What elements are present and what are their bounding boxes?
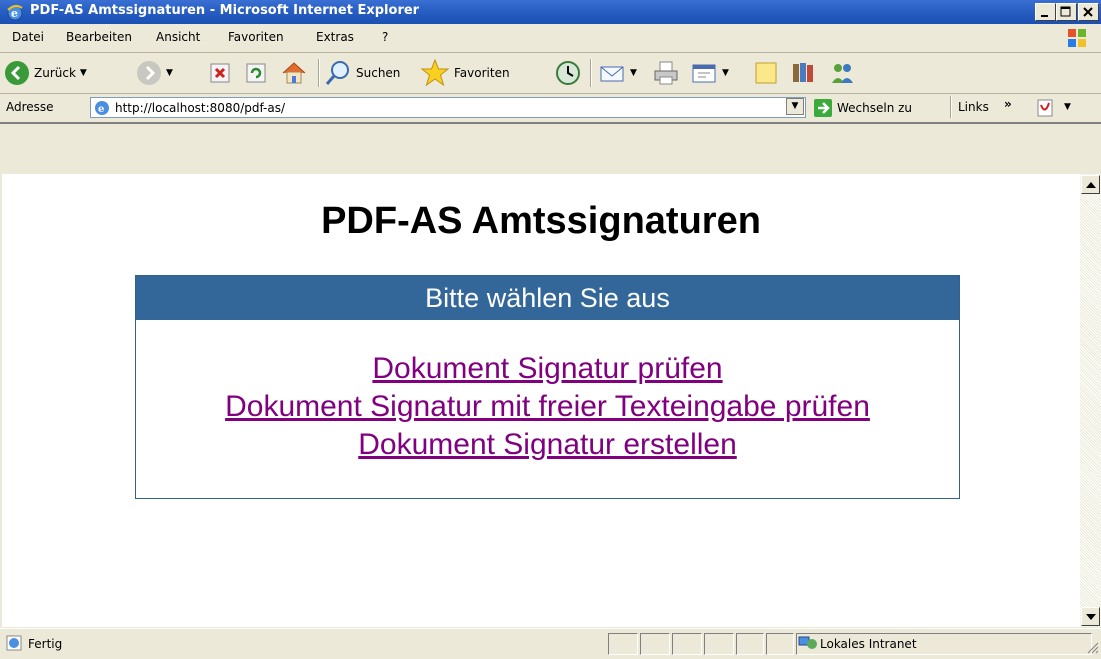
refresh-button[interactable] [244, 57, 268, 89]
favorites-button[interactable]: Favoriten [420, 57, 510, 89]
menu-extras[interactable]: Extras [316, 30, 354, 44]
edit-button[interactable]: ▼ [690, 57, 729, 89]
menu-bearbeiten[interactable]: Bearbeiten [66, 30, 132, 44]
minimize-icon [1041, 15, 1048, 17]
status-bar: Fertig Lokales Intranet [0, 628, 1101, 659]
page-title: PDF-AS Amtssignaturen [321, 200, 761, 242]
address-dropdown-icon[interactable]: ▼ [786, 98, 804, 115]
go-label: Wechseln zu [837, 101, 913, 115]
scroll-down-button[interactable] [1081, 607, 1100, 626]
menu-bar: Datei Bearbeiten Ansicht Favoriten Extra… [0, 24, 1101, 53]
browser-window: e PDF-AS Amtssignaturen - Microsoft Inte… [0, 0, 1101, 659]
favorites-star-icon [420, 58, 450, 87]
address-label: Adresse [6, 100, 54, 114]
intranet-icon [798, 635, 818, 654]
pdf-toolbar-icon[interactable] [1034, 97, 1056, 122]
status-cell [608, 633, 638, 655]
links-chevron-icon[interactable]: » [1004, 97, 1012, 111]
maximize-icon [1060, 6, 1071, 17]
edit-dropdown-icon[interactable]: ▼ [722, 68, 729, 78]
menu-ansicht[interactable]: Ansicht [156, 30, 200, 44]
status-cell [704, 633, 734, 655]
svg-text:e: e [11, 7, 18, 20]
page-content: PDF-AS Amtssignaturen Bitte wählen Sie a… [2, 174, 1080, 627]
mail-icon [600, 66, 624, 82]
ie-icon: e [6, 3, 24, 21]
notes-icon [755, 62, 777, 84]
links-label[interactable]: Links [958, 100, 989, 114]
ie-page-icon [6, 635, 22, 654]
address-input[interactable]: e http://localhost:8080/pdf-as/ [90, 97, 806, 118]
address-bar: Adresse e http://localhost:8080/pdf-as/ … [0, 94, 1101, 124]
window-title: PDF-AS Amtssignaturen - Microsoft Intern… [30, 3, 420, 18]
back-button[interactable]: Zurück ▼ [4, 57, 87, 89]
back-dropdown-icon[interactable]: ▼ [80, 68, 87, 78]
close-icon [1083, 7, 1093, 17]
link-create-signature[interactable]: Dokument Signatur erstellen [136, 426, 959, 464]
messenger-button[interactable] [828, 57, 856, 89]
print-button[interactable] [652, 57, 680, 89]
search-button[interactable]: Suchen [324, 57, 400, 89]
status-cell [672, 633, 702, 655]
zone-text: Lokales Intranet [820, 637, 917, 651]
title-bar[interactable]: e PDF-AS Amtssignaturen - Microsoft Inte… [0, 0, 1101, 24]
address-url: http://localhost:8080/pdf-as/ [115, 101, 286, 115]
favorites-label: Favoriten [454, 66, 510, 80]
stop-icon [210, 63, 230, 83]
arrow-down-icon [1086, 614, 1096, 620]
status-cell [640, 633, 670, 655]
stop-button[interactable] [208, 57, 232, 89]
close-button[interactable] [1078, 3, 1099, 21]
history-button[interactable] [554, 57, 582, 89]
messenger-icon [832, 64, 853, 83]
toolbar: Zurück ▼ ▼ Suchen Favoriten ▼ ▼ [0, 53, 1101, 94]
search-icon [325, 61, 349, 85]
maximize-button[interactable] [1056, 3, 1077, 21]
toolbar-separator [318, 59, 320, 87]
forward-arrow-icon [137, 61, 161, 85]
back-label: Zurück [34, 66, 76, 80]
forward-button[interactable]: ▼ [136, 57, 173, 89]
home-button[interactable] [280, 57, 308, 89]
research-icon [793, 63, 813, 82]
edit-icon [692, 64, 716, 83]
go-button[interactable]: Wechseln zu [813, 97, 912, 119]
menu-datei[interactable]: Datei [12, 30, 44, 44]
ie-page-icon: e [94, 100, 110, 119]
forward-dropdown-icon[interactable]: ▼ [166, 68, 173, 78]
discuss-button[interactable] [752, 57, 780, 89]
research-button[interactable] [790, 57, 818, 89]
pdf-dropdown-icon[interactable]: ▼ [1064, 102, 1071, 112]
toolbar-separator [590, 59, 592, 87]
mail-button[interactable]: ▼ [598, 57, 637, 89]
back-arrow-icon [5, 61, 29, 85]
scroll-up-button[interactable] [1081, 175, 1100, 194]
go-arrow-icon [814, 99, 832, 117]
link-verify-signature[interactable]: Dokument Signatur prüfen [136, 350, 959, 388]
history-icon [556, 61, 580, 85]
print-icon [654, 61, 678, 85]
status-cell [766, 633, 794, 655]
menu-help[interactable]: ? [382, 30, 388, 44]
svg-text:e: e [98, 104, 104, 115]
selection-panel: Bitte wählen Sie aus Dokument Signatur p… [135, 275, 960, 499]
panel-links: Dokument Signatur prüfen Dokument Signat… [136, 350, 959, 464]
minimize-button[interactable] [1035, 3, 1056, 21]
address-separator [950, 96, 952, 118]
panel-header: Bitte wählen Sie aus [136, 276, 959, 320]
status-cell [736, 633, 764, 655]
arrow-up-icon [1086, 182, 1096, 188]
vertical-scrollbar[interactable] [1080, 174, 1101, 627]
search-label: Suchen [356, 66, 401, 80]
status-text: Fertig [28, 637, 63, 651]
resize-grip-icon[interactable] [1087, 642, 1099, 657]
mail-dropdown-icon[interactable]: ▼ [630, 68, 637, 78]
link-verify-signature-freetext[interactable]: Dokument Signatur mit freier Texteingabe… [136, 388, 959, 426]
menu-favoriten[interactable]: Favoriten [228, 30, 284, 44]
windows-logo-icon [1065, 26, 1089, 50]
home-icon [282, 62, 306, 84]
refresh-icon [246, 63, 266, 83]
